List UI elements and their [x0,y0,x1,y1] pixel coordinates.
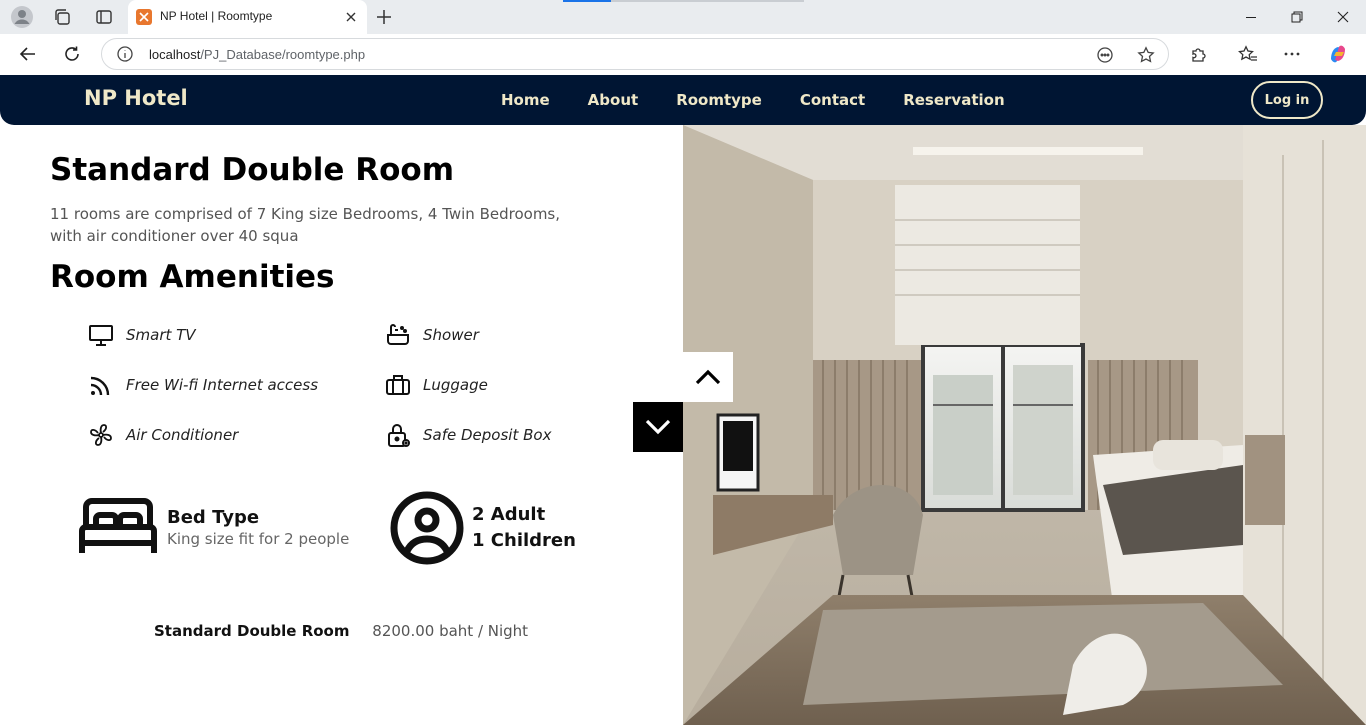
more-options-icon[interactable] [1280,43,1304,65]
nav-link-reservation[interactable]: Reservation [903,91,1004,109]
close-tab-icon[interactable] [341,7,361,27]
restore-icon[interactable] [1274,0,1320,34]
site-navbar: NP Hotel Home About Roomtype Contact Res… [0,75,1366,125]
browser-toolbar: localhost/PJ_Database/roomtype.php [0,34,1366,74]
amenity-label: Smart TV [126,326,196,344]
tab-title: NP Hotel | Roomtype [160,9,273,23]
bed-type-subtitle: King size fit for 2 people [167,529,350,548]
tab-actions-icon[interactable] [91,5,117,29]
bathtub-icon [384,321,412,349]
nav-link-contact[interactable]: Contact [800,91,865,109]
amenity-label: Shower [423,326,479,344]
workspaces-icon[interactable] [49,5,75,29]
price-room-name: Standard Double Room [154,622,350,640]
minimize-icon[interactable] [1228,0,1274,34]
xampp-favicon-icon [136,9,152,25]
amenity-label: Free Wi-fi Internet access [126,376,319,394]
address-bar[interactable]: localhost/PJ_Database/roomtype.php [101,38,1169,70]
slide-up-button[interactable] [683,352,733,402]
children-count: 1 Children [472,530,576,551]
tab-strip-scroll [611,0,804,2]
nav-link-roomtype[interactable]: Roomtype [676,91,762,109]
room-description: 11 rooms are comprised of 7 King size Be… [50,205,561,245]
amenity-item: Shower [384,320,479,350]
extensions-icon[interactable] [1187,43,1211,65]
new-tab-icon[interactable] [372,6,396,28]
lock-icon [384,421,412,449]
luggage-icon [384,371,412,399]
url-text[interactable]: localhost/PJ_Database/roomtype.php [149,47,365,62]
url-host: localhost [149,47,201,62]
amenity-item: Luggage [384,370,488,400]
active-tab[interactable]: NP Hotel | Roomtype [128,0,367,34]
back-icon[interactable] [14,40,42,68]
amenity-item: Smart TV [87,320,196,350]
copilot-icon[interactable] [1326,43,1350,65]
profile-icon[interactable] [9,5,35,29]
nav-links: Home About Roomtype Contact Reservation [501,91,1043,109]
amenity-label: Safe Deposit Box [423,426,552,444]
reading-mode-icon[interactable] [1095,45,1115,65]
amenity-item: Air Conditioner [87,420,238,450]
price-row: Standard Double Room 8200.00 baht / Nigh… [154,622,528,640]
bed-icon [78,497,158,557]
nav-link-about[interactable]: About [588,91,639,109]
reload-icon[interactable] [58,40,86,68]
adult-count: 2 Adult [472,504,546,525]
occupancy-block: 2 Adult 1 Children [389,489,576,567]
amenities-title: Room Amenities [50,259,335,295]
site-info-icon[interactable] [116,45,134,63]
bed-type-block: Bed Type King size fit for 2 people [78,497,349,557]
login-button[interactable]: Log in [1251,81,1323,119]
slide-down-button[interactable] [633,402,683,452]
price-value: 8200.00 baht / Night [372,622,529,640]
amenity-label: Air Conditioner [126,426,239,444]
close-window-icon[interactable] [1320,0,1366,34]
chevron-down-icon [645,419,671,435]
wifi-icon [87,371,115,399]
favorites-icon[interactable] [1236,43,1260,65]
amenity-label: Luggage [423,376,488,394]
browser-tab-bar: NP Hotel | Roomtype [0,0,1366,34]
favorite-star-icon[interactable] [1136,45,1156,65]
room-title: Standard Double Room [50,152,455,188]
tv-icon [87,321,115,349]
amenity-item: Safe Deposit Box [384,420,551,450]
user-circle-icon [389,489,465,567]
amenity-item: Free Wi-fi Internet access [87,370,318,400]
room-photo [683,125,1366,725]
bed-type-title: Bed Type [167,506,260,528]
tab-strip-indicator [563,0,611,2]
fan-icon [87,421,115,449]
nav-link-home[interactable]: Home [501,91,550,109]
chevron-up-icon [695,369,721,385]
url-path: /PJ_Database/roomtype.php [200,47,366,62]
brand-logo-text[interactable]: NP Hotel [84,86,188,110]
